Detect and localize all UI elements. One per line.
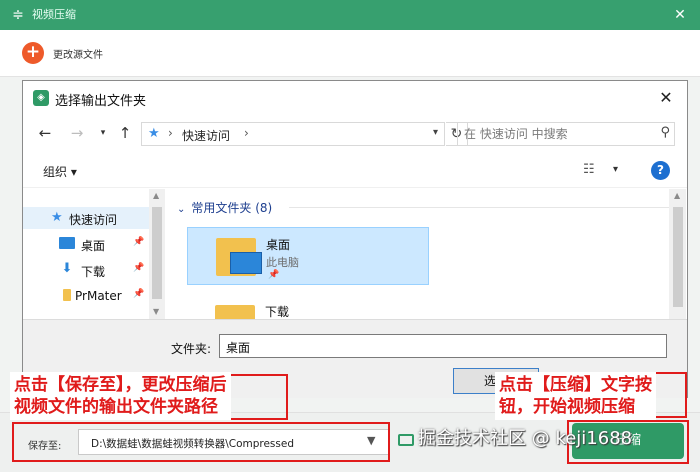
dialog-title: 选择输出文件夹 <box>55 94 147 109</box>
folder-icon <box>63 289 71 301</box>
app-logo-icon: ≑ <box>12 7 24 23</box>
forward-arrow-icon[interactable]: → <box>67 123 87 143</box>
nav-item-downloads[interactable]: ⬇ 下载 📌 <box>23 259 149 281</box>
desktop-icon <box>230 252 262 274</box>
pin-icon: 📌 <box>268 270 280 280</box>
group-divider <box>289 207 669 208</box>
dialog-titlebar: ◈ 选择输出文件夹 ✕ <box>23 81 687 115</box>
watermark: 掘金技术社区 @ keji1688 <box>418 428 633 449</box>
breadcrumb-quick-access[interactable]: 快速访问 <box>182 127 230 144</box>
add-source-icon[interactable]: + <box>22 42 44 64</box>
scroll-up-icon[interactable]: ▲ <box>153 191 159 200</box>
search-box[interactable]: ⚲ <box>457 122 675 146</box>
folder-tile-desktop[interactable]: 桌面 此电脑 📌 <box>187 227 429 285</box>
nav-quick-access[interactable]: ★ 快速访问 <box>23 207 149 229</box>
quick-access-star-icon: ★ <box>148 126 160 141</box>
nav-item-desktop[interactable]: 桌面 📌 <box>23 233 149 255</box>
nav-scrollbar[interactable]: ▲ ▼ <box>149 189 165 319</box>
select-output-folder-dialog: ◈ 选择输出文件夹 ✕ ← → ▾ ↑ ★ › 快速访问 › ▾ ↻ ⚲ 组织 … <box>22 80 688 398</box>
nav-item-prmater[interactable]: PrMater 📌 <box>23 285 149 307</box>
organize-menu[interactable]: 组织 ▾ <box>43 163 77 180</box>
search-icon[interactable]: ⚲ <box>660 125 670 140</box>
app-titlebar: ≑ 视频压缩 ✕ <box>0 0 700 30</box>
address-dropdown-icon[interactable]: ▾ <box>433 127 438 138</box>
scroll-down-icon[interactable]: ▼ <box>153 307 159 316</box>
pin-icon[interactable]: 📌 <box>133 263 144 273</box>
frequent-folders-header[interactable]: ⌄ 常用文件夹 (8) <box>177 199 669 216</box>
annotation-left: 点击【保存至】，更改压缩后 视频文件的输出文件夹路径 <box>10 372 231 420</box>
navigation-row: ← → ▾ ↑ ★ › 快速访问 › ▾ ↻ ⚲ <box>23 119 687 149</box>
source-bar: + 更改源文件 <box>0 30 700 77</box>
view-options-icon[interactable]: ☷ <box>583 162 595 177</box>
app-close-icon[interactable]: ✕ <box>670 5 690 25</box>
quick-access-star-icon: ★ <box>51 210 63 225</box>
content-scroll-thumb[interactable] <box>673 207 683 307</box>
breadcrumb-chevron-icon[interactable]: › <box>244 126 249 140</box>
video-compress-app: ≑ 视频压缩 ✕ + 更改源文件 ◈ 选择输出文件夹 ✕ ← → ▾ ↑ ★ ›… <box>0 0 700 472</box>
breadcrumb-chevron-icon[interactable]: › <box>168 126 173 140</box>
pin-icon[interactable]: 📌 <box>133 237 144 247</box>
help-icon[interactable]: ? <box>651 161 670 180</box>
address-bar[interactable]: ★ › 快速访问 › ▾ <box>141 122 445 146</box>
nav-scroll-thumb[interactable] <box>152 207 162 299</box>
collapse-chevron-icon[interactable]: ⌄ <box>177 204 185 215</box>
scroll-up-icon[interactable]: ▲ <box>674 191 680 200</box>
desktop-icon <box>59 237 75 249</box>
dialog-close-icon[interactable]: ✕ <box>655 87 677 109</box>
folder-label: 文件夹: <box>171 342 212 356</box>
folder-icon <box>215 305 255 319</box>
annotation-right: 点击【压缩】文字按 钮，开始视频压缩 <box>495 372 656 420</box>
folder-icon <box>216 238 262 276</box>
recent-dropdown-icon[interactable]: ▾ <box>93 123 113 143</box>
folder-input[interactable]: 桌面 <box>219 334 667 358</box>
pin-icon[interactable]: 📌 <box>133 289 144 299</box>
annotation-box-save-path <box>12 422 390 462</box>
view-dropdown-icon[interactable]: ▾ <box>613 164 618 175</box>
folder-tile-downloads[interactable]: 下载 <box>187 299 429 319</box>
back-arrow-icon[interactable]: ← <box>35 123 55 143</box>
navigation-pane: ★ 快速访问 桌面 📌 ⬇ 下载 📌 PrMater 📌 ▲ ▼ <box>23 189 165 319</box>
open-folder-icon[interactable] <box>398 434 414 446</box>
search-input[interactable] <box>464 126 644 142</box>
dialog-toolbar: 组织 ▾ ☷ ▾ ? <box>23 157 687 188</box>
file-content-pane: ⌄ 常用文件夹 (8) 桌面 此电脑 📌 下载 ▲ <box>169 189 687 319</box>
download-icon: ⬇ <box>61 261 73 276</box>
app-title: 视频压缩 <box>32 8 76 21</box>
content-scrollbar[interactable]: ▲ <box>669 189 686 319</box>
change-source-button[interactable]: 更改源文件 <box>53 46 103 61</box>
dialog-app-icon: ◈ <box>33 90 49 106</box>
up-arrow-icon[interactable]: ↑ <box>115 123 135 143</box>
